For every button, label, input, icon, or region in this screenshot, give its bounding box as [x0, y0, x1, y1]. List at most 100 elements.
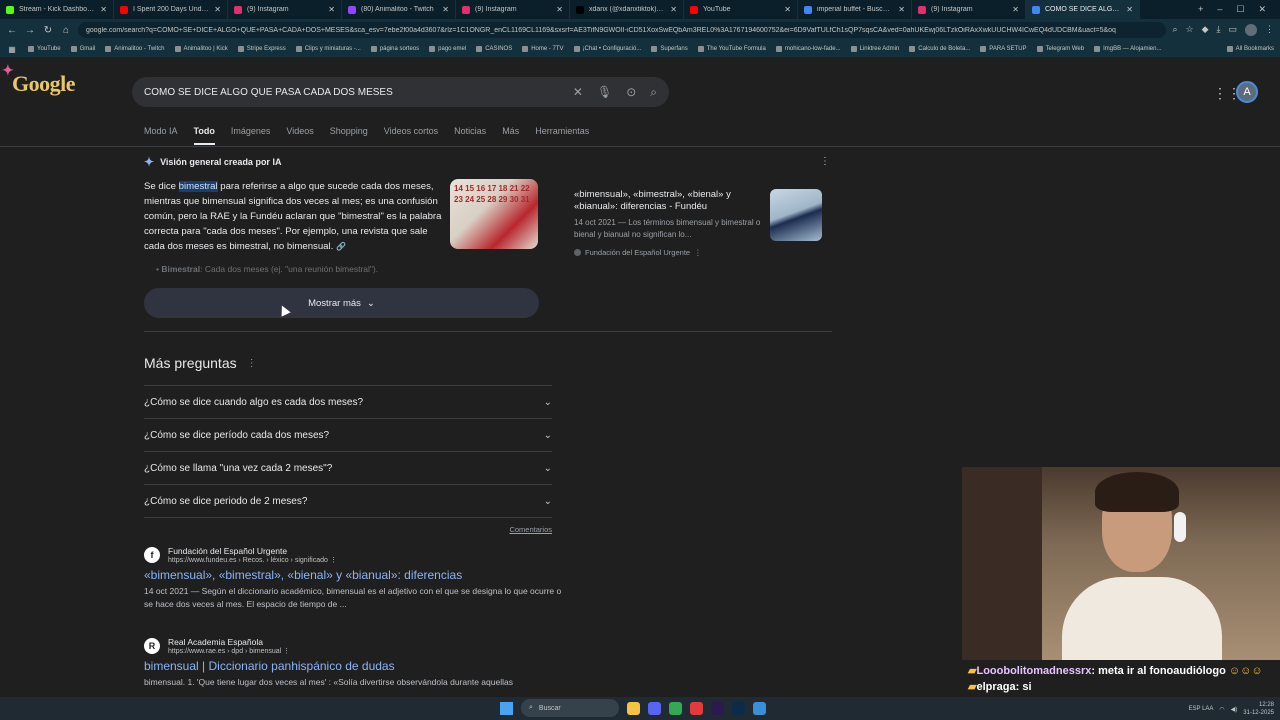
notepad-icon[interactable]: [753, 701, 766, 715]
apps-grid-icon[interactable]: ▦: [6, 45, 18, 54]
source-menu-icon[interactable]: ⋮: [694, 248, 702, 257]
search-box[interactable]: COMO SE DICE ALGO QUE PASA CADA DOS MESE…: [132, 77, 669, 107]
bookmark-item[interactable]: Stripe Express: [237, 46, 286, 52]
browser-tab[interactable]: COMO SE DICE ALGO QUE PA ✕: [1026, 0, 1140, 19]
explorer-icon[interactable]: [627, 701, 640, 715]
sidebar-icon[interactable]: ▭: [1228, 24, 1237, 36]
paa-question[interactable]: ¿Cómo se dice periodo de 2 meses? ⌄: [144, 485, 552, 518]
search-icon[interactable]: ⌕: [650, 85, 657, 100]
result-menu-icon[interactable]: ⋮: [283, 648, 290, 655]
premiere-icon[interactable]: [711, 701, 724, 715]
browser-tab[interactable]: Stream - Kick Dashboard ✕: [0, 0, 114, 19]
new-tab-icon[interactable]: +: [1198, 4, 1203, 15]
tab-close-icon[interactable]: ✕: [556, 5, 563, 14]
tab-close-icon[interactable]: ✕: [898, 5, 905, 14]
browser-tab[interactable]: (9) Instagram ✕: [456, 0, 570, 19]
paa-question[interactable]: ¿Cómo se dice período cada dos meses? ⌄: [144, 419, 552, 452]
ai-overview-menu-icon[interactable]: ⋮: [820, 156, 830, 167]
tab-close-icon[interactable]: ✕: [214, 5, 221, 14]
clear-icon[interactable]: ✕: [573, 85, 583, 100]
search-input[interactable]: COMO SE DICE ALGO QUE PASA CADA DOS MESE…: [144, 87, 573, 98]
menu-icon[interactable]: ⋮: [1265, 24, 1274, 36]
zoom-icon[interactable]: ⌕: [1172, 24, 1177, 36]
browser-tab[interactable]: imperial buffet - Buscar con G ✕: [798, 0, 912, 19]
bookmark-item[interactable]: pago emel: [429, 46, 466, 52]
bookmark-item[interactable]: ¡Chat • Configuració...: [573, 46, 641, 52]
tab-close-icon[interactable]: ✕: [328, 5, 335, 14]
link-icon[interactable]: 🔗: [336, 242, 346, 251]
tab-close-icon[interactable]: ✕: [784, 5, 791, 14]
bookmark-item[interactable]: Home - 7TV: [522, 46, 564, 52]
result-menu-icon[interactable]: ⋮: [330, 557, 337, 564]
bookmark-item[interactable]: Superfans: [651, 46, 688, 52]
downloads-icon[interactable]: ⤓: [1217, 24, 1221, 36]
show-more-button[interactable]: Mostrar más ⌄: [144, 288, 539, 318]
search-tab[interactable]: Noticias: [454, 126, 486, 145]
browser-profile-avatar[interactable]: [1245, 24, 1257, 36]
search-tab[interactable]: Todo: [193, 126, 215, 145]
search-tab[interactable]: Videos cortos: [384, 126, 438, 145]
paa-question[interactable]: ¿Cómo se llama "una vez cada 2 meses"? ⌄: [144, 452, 552, 485]
tab-close-icon[interactable]: ✕: [1126, 5, 1133, 14]
bookmark-item[interactable]: mohicano-low-fade...: [775, 46, 841, 52]
close-window-icon[interactable]: ✕: [1258, 4, 1266, 15]
search-tab[interactable]: Modo IA: [144, 126, 178, 145]
bookmark-item[interactable]: página sorteos: [370, 46, 419, 52]
tab-close-icon[interactable]: ✕: [1012, 5, 1019, 14]
volume-icon[interactable]: ◀): [1231, 706, 1238, 713]
calendar-image[interactable]: 14 15 16 17 18 21 22 23 24 25 28 29 30 3…: [450, 179, 538, 249]
bookmark-item[interactable]: ImgBB — Alojamien...: [1094, 46, 1161, 52]
microphone-icon[interactable]: 🎙: [597, 85, 612, 100]
address-bar[interactable]: google.com/search?q=COMO+SE+DICE+ALGO+QU…: [78, 22, 1167, 38]
result-title-link[interactable]: «bimensual», «bimestral», «bienal» y «bi…: [144, 568, 564, 582]
bookmark-item[interactable]: Gmail: [70, 46, 95, 52]
bookmark-item[interactable]: Animalitoo | Kick: [174, 46, 228, 52]
forward-icon[interactable]: →: [24, 25, 36, 36]
search-tab[interactable]: Videos: [286, 126, 313, 145]
tab-close-icon[interactable]: ✕: [670, 5, 677, 14]
bookmark-star-icon[interactable]: ☆: [1186, 24, 1194, 36]
discord-icon[interactable]: [648, 701, 661, 715]
result-title-link[interactable]: bimensual | Diccionario panhispánico de …: [144, 659, 564, 673]
browser-tab[interactable]: (80) Animalitoo - Twitch ✕: [342, 0, 456, 19]
bookmark-item[interactable]: CASINOS: [476, 46, 512, 52]
search-tab[interactable]: Herramientas: [535, 126, 589, 145]
comments-link[interactable]: Comentarios: [144, 525, 552, 534]
tab-close-icon[interactable]: ✕: [442, 5, 449, 14]
browser-tab[interactable]: (9) Instagram ✕: [228, 0, 342, 19]
bookmark-item[interactable]: Calculo de Boleta...: [909, 46, 970, 52]
chrome-icon[interactable]: [669, 701, 682, 715]
all-bookmarks[interactable]: All Bookmarks: [1226, 46, 1274, 52]
browser-tab[interactable]: xdanx (@xdanxtiktok) | TikTok ✕: [570, 0, 684, 19]
browser-tab[interactable]: I Spent 200 Days Undercover ✕: [114, 0, 228, 19]
lens-icon[interactable]: ⊙: [626, 85, 636, 100]
bookmark-item[interactable]: Linktree Admin: [850, 46, 899, 52]
app-icon[interactable]: [690, 701, 703, 715]
source-card[interactable]: «bimensual», «bimestral», «bienal» y «bi…: [564, 179, 832, 263]
search-tab[interactable]: Shopping: [330, 126, 368, 145]
bookmark-item[interactable]: Telegram Web: [1036, 46, 1084, 52]
reload-icon[interactable]: ↻: [42, 25, 54, 36]
google-doodle-logo[interactable]: ✦ Google: [2, 64, 76, 97]
browser-tab[interactable]: (9) Instagram ✕: [912, 0, 1026, 19]
bookmark-item[interactable]: The YouTube Formula: [697, 46, 766, 52]
bookmark-item[interactable]: YouTube: [28, 46, 61, 52]
taskbar-search[interactable]: ⌕ Buscar: [521, 699, 619, 717]
account-avatar[interactable]: A: [1236, 81, 1258, 103]
maximize-icon[interactable]: ☐: [1236, 4, 1244, 15]
back-icon[interactable]: ←: [6, 25, 18, 36]
browser-tab[interactable]: YouTube ✕: [684, 0, 798, 19]
bookmark-item[interactable]: PARA SETUP: [980, 46, 1027, 52]
search-tab[interactable]: Más: [502, 126, 519, 145]
windows-start-icon[interactable]: [500, 701, 513, 715]
bookmark-item[interactable]: Clips y miniaturas -...: [295, 46, 361, 52]
bookmark-item[interactable]: Animalitoo - Twitch: [105, 46, 165, 52]
photoshop-icon[interactable]: [732, 701, 745, 715]
clock[interactable]: 12:28 31-12-2025: [1243, 701, 1274, 717]
minimize-icon[interactable]: –: [1217, 4, 1222, 15]
tab-close-icon[interactable]: ✕: [100, 5, 107, 14]
language-indicator[interactable]: ESP LAA: [1189, 706, 1214, 712]
extension-icon[interactable]: ◆: [1202, 24, 1209, 36]
paa-question[interactable]: ¿Cómo se dice cuando algo es cada dos me…: [144, 386, 552, 419]
home-icon[interactable]: ⌂: [60, 25, 72, 36]
